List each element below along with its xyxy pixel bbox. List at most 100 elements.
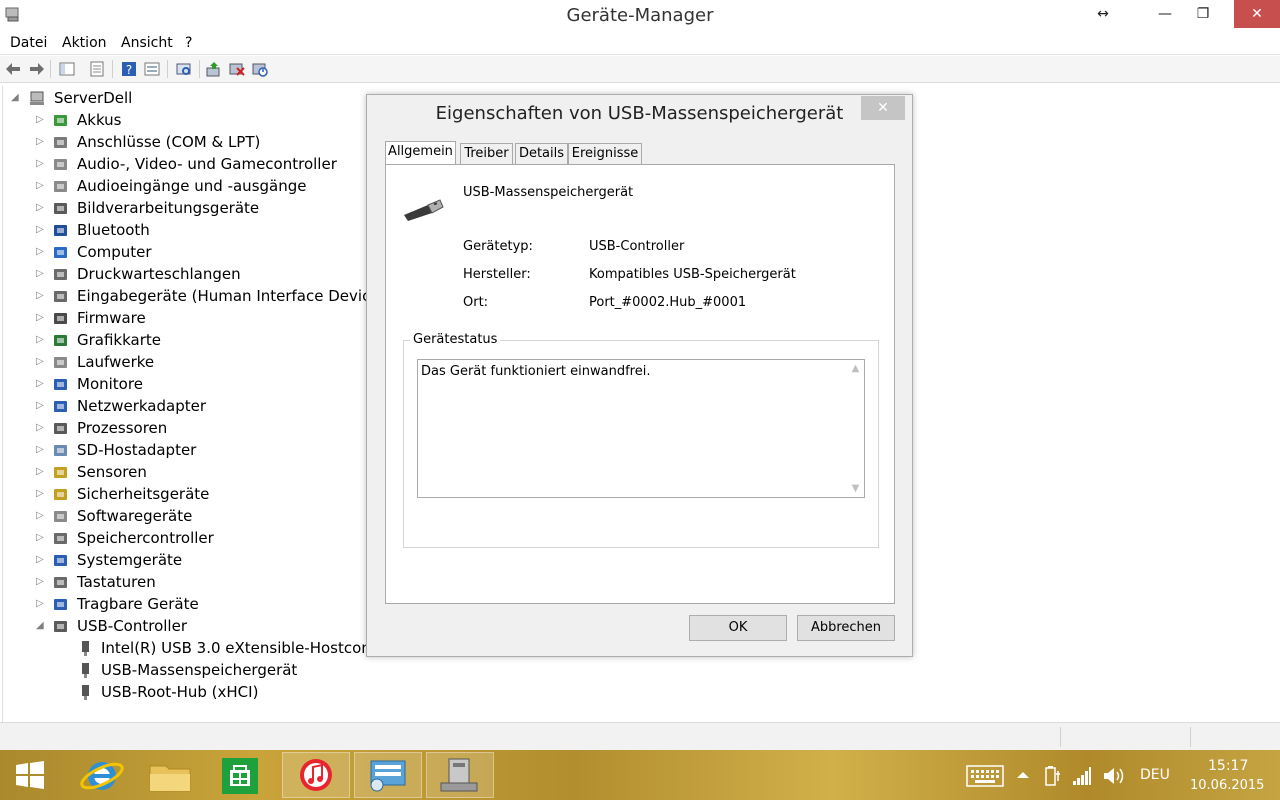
expand-arrow-icon[interactable]: ▷ <box>36 109 48 131</box>
expand-arrow-icon[interactable]: ▷ <box>36 593 48 615</box>
expand-arrow-icon[interactable]: ▷ <box>36 373 48 395</box>
expand-arrow-icon[interactable]: ▷ <box>36 197 48 219</box>
tree-root-label: ServerDell <box>54 89 133 107</box>
tree-category-label: Laufwerke <box>77 353 155 371</box>
tree-category-label: Firmware <box>77 309 146 327</box>
device-manager-icon <box>440 758 478 792</box>
tree-category-label: Prozessoren <box>77 419 168 437</box>
status-bar <box>0 722 1280 750</box>
device-status-textbox[interactable]: Das Gerät funktioniert einwandfrei. ▲ ▼ <box>417 359 865 498</box>
menu-datei[interactable]: Datei <box>10 35 47 51</box>
usb-device-icon <box>82 685 89 700</box>
resize-icon[interactable]: ↔ <box>1080 0 1126 28</box>
expand-arrow-icon[interactable]: ▷ <box>36 241 48 263</box>
uninstall-icon[interactable] <box>228 60 246 78</box>
properties-icon[interactable] <box>88 60 106 78</box>
tree-category-label: Anschlüsse (COM & LPT) <box>77 133 261 151</box>
tab-treiber[interactable]: Treiber <box>460 143 513 165</box>
scroll-up-icon[interactable]: ▲ <box>847 360 864 377</box>
speaker-icon <box>54 159 67 170</box>
tab-allgemein[interactable]: Allgemein <box>385 141 456 166</box>
expand-arrow-icon[interactable]: ▷ <box>36 461 48 483</box>
expand-arrow-icon[interactable]: ▷ <box>36 175 48 197</box>
touch-keyboard-icon[interactable] <box>966 765 1004 787</box>
tree-category-label: SD-Hostadapter <box>77 441 197 459</box>
display-adapter-icon <box>54 335 67 346</box>
expand-arrow-icon[interactable]: ▷ <box>36 153 48 175</box>
expand-arrow-icon[interactable]: ▷ <box>36 219 48 241</box>
menu-aktion[interactable]: Aktion <box>62 35 107 51</box>
tab-ereignisse[interactable]: Ereignisse <box>568 143 642 165</box>
tree-category-label: Eingabegeräte (Human Interface Devices) <box>77 287 394 305</box>
audio-io-icon <box>54 181 67 192</box>
expand-arrow-icon[interactable]: ▷ <box>36 351 48 373</box>
file-explorer-icon[interactable] <box>138 752 202 798</box>
expand-arrow-icon[interactable]: ▷ <box>36 527 48 549</box>
cancel-button[interactable]: Abbrechen <box>797 615 895 641</box>
device-status-group: Gerätestatus Das Gerät funktioniert einw… <box>403 332 879 548</box>
status-divider <box>1060 727 1061 747</box>
clock-time[interactable]: 15:17 <box>1208 758 1248 774</box>
expand-arrow-icon[interactable]: ▷ <box>36 329 48 351</box>
close-button[interactable]: ✕ <box>1234 0 1280 28</box>
tree-category-label: USB-Controller <box>77 617 187 635</box>
tree-category-label: Tastaturen <box>77 573 156 591</box>
processor-icon <box>54 423 67 434</box>
expand-arrow-icon[interactable]: ▷ <box>36 439 48 461</box>
menu-help[interactable]: ? <box>185 35 192 51</box>
svg-text:?: ? <box>126 63 132 77</box>
title-bar: Geräte-Manager ↔ — ❐ ✕ <box>0 0 1280 31</box>
ok-button[interactable]: OK <box>689 615 787 641</box>
scan-hardware-icon[interactable] <box>175 60 193 78</box>
disable-icon[interactable] <box>251 60 269 78</box>
battery-icon <box>54 115 67 126</box>
device-manager-taskbar-button[interactable] <box>426 752 494 798</box>
expand-arrow-icon[interactable]: ▷ <box>36 571 48 593</box>
maximize-button[interactable]: ❐ <box>1180 0 1226 28</box>
bluetooth-icon <box>54 225 67 236</box>
dialog-close-button[interactable]: ✕ <box>861 96 905 120</box>
menu-ansicht[interactable]: Ansicht <box>121 35 173 51</box>
windows-start-icon[interactable] <box>0 752 60 798</box>
internet-explorer-icon[interactable] <box>70 752 134 798</box>
tree-category-label: Audioeingänge und -ausgänge <box>77 177 307 195</box>
expand-arrow-icon[interactable]: ▷ <box>36 307 48 329</box>
control-panel-taskbar-button[interactable] <box>354 752 422 798</box>
view-icon[interactable] <box>143 60 161 78</box>
dialog-title: Eigenschaften von USB-Massenspeichergerä… <box>435 103 844 124</box>
volume-icon[interactable] <box>1102 765 1126 787</box>
control-panel-icon <box>370 760 406 792</box>
expand-arrow-icon[interactable]: ▷ <box>36 263 48 285</box>
camera-icon <box>54 203 67 214</box>
collapse-arrow-icon[interactable]: ◢ <box>36 615 48 637</box>
expand-arrow-icon[interactable]: ▷ <box>36 285 48 307</box>
scroll-down-icon[interactable]: ▼ <box>847 480 864 497</box>
show-hide-tree-icon[interactable] <box>58 60 76 78</box>
tree-category-label: Systemgeräte <box>77 551 183 569</box>
tree-category-label: Sicherheitsgeräte <box>77 485 210 503</box>
battery-power-icon[interactable] <box>1042 765 1064 787</box>
show-hidden-icons-icon[interactable] <box>1016 770 1030 780</box>
language-indicator[interactable]: DEU <box>1140 767 1170 783</box>
firmware-icon <box>54 313 67 324</box>
tree-category-label: Bluetooth <box>77 221 150 239</box>
expand-arrow-icon[interactable]: ▷ <box>36 395 48 417</box>
status-scrollbar[interactable]: ▲ ▼ <box>847 360 864 497</box>
forward-icon[interactable] <box>27 60 45 78</box>
clock-date[interactable]: 10.06.2015 <box>1190 778 1264 793</box>
expand-arrow-icon[interactable]: ▷ <box>36 131 48 153</box>
expand-arrow-icon[interactable]: ▷ <box>36 549 48 571</box>
itunes-taskbar-button[interactable] <box>282 752 350 798</box>
tree-device-label: USB-Root-Hub (xHCI) <box>101 683 259 701</box>
expand-arrow-icon[interactable]: ▷ <box>36 505 48 527</box>
help-icon[interactable]: ? <box>120 60 138 78</box>
monitor-icon <box>54 379 67 390</box>
expand-arrow-icon[interactable]: ▷ <box>36 483 48 505</box>
store-icon[interactable] <box>208 752 272 798</box>
collapse-arrow-icon[interactable]: ◢ <box>11 87 23 109</box>
back-icon[interactable] <box>5 60 23 78</box>
update-driver-icon[interactable] <box>205 60 223 78</box>
expand-arrow-icon[interactable]: ▷ <box>36 417 48 439</box>
tab-details[interactable]: Details <box>515 143 568 165</box>
network-signal-icon[interactable] <box>1072 765 1092 787</box>
